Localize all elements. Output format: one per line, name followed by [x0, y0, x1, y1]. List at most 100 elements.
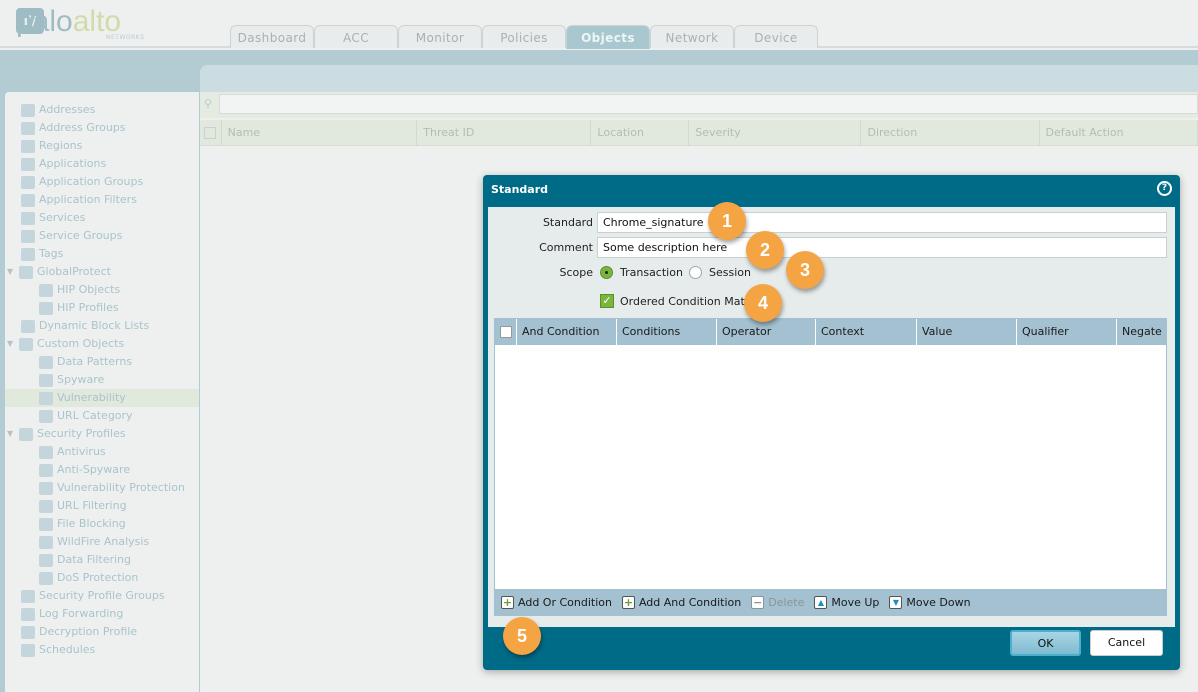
- tab-policies[interactable]: Policies: [482, 25, 566, 48]
- delete-button[interactable]: − Delete: [751, 595, 804, 609]
- sidebar-item-label: Anti-Spyware: [57, 463, 131, 476]
- minus-icon: −: [751, 595, 765, 609]
- sidebar-item-dynamic-block-lists[interactable]: Dynamic Block Lists: [5, 317, 199, 335]
- sidebar-item-label: Log Forwarding: [39, 607, 124, 620]
- add-and-condition-button[interactable]: + Add And Condition: [621, 595, 742, 609]
- tab-dashboard[interactable]: Dashboard: [230, 25, 314, 48]
- sidebar-item-regions[interactable]: Regions: [5, 137, 199, 155]
- expand-triangle-icon[interactable]: ▼: [7, 335, 19, 353]
- sidebar-item-vulnerability-protection[interactable]: Vulnerability Protection: [5, 479, 199, 497]
- main-panel-header: [200, 65, 1198, 92]
- sidebar-item-security-profiles[interactable]: ▼ Security Profiles: [5, 425, 199, 443]
- tab-device[interactable]: Device: [734, 25, 818, 48]
- comment-input[interactable]: Some description here: [597, 237, 1167, 258]
- standard-input[interactable]: Chrome_signature: [597, 212, 1167, 233]
- tab-acc[interactable]: ACC: [314, 25, 398, 48]
- ordered-condition-label: Ordered Condition Match: [620, 295, 758, 308]
- sidebar-item-application-filters[interactable]: Application Filters: [5, 191, 199, 209]
- tab-monitor[interactable]: Monitor: [398, 25, 482, 48]
- tab-objects[interactable]: Objects: [566, 25, 650, 49]
- add-or-condition-button[interactable]: + Add Or Condition: [501, 595, 612, 609]
- sidebar-item-label: URL Category: [57, 409, 133, 422]
- sidebar-item-anti-spyware[interactable]: Anti-Spyware: [5, 461, 199, 479]
- grid-column-header[interactable]: Context: [816, 319, 917, 345]
- sidebar-item-applications[interactable]: Applications: [5, 155, 199, 173]
- item-icon: [21, 211, 35, 225]
- grid-column-header[interactable]: Negate: [1117, 319, 1166, 345]
- item-icon: [21, 193, 35, 207]
- item-icon: [39, 445, 53, 459]
- expand-triangle-icon[interactable]: ▼: [7, 263, 19, 281]
- sidebar-item-vulnerability[interactable]: Vulnerability: [5, 389, 199, 407]
- sidebar-item-label: URL Filtering: [57, 499, 127, 512]
- scope-transaction-radio[interactable]: [600, 266, 613, 279]
- sidebar-item-data-filtering[interactable]: Data Filtering: [5, 551, 199, 569]
- item-icon: [39, 535, 53, 549]
- cancel-button[interactable]: Cancel: [1090, 630, 1163, 656]
- select-all-checkbox[interactable]: [200, 120, 222, 146]
- main-tabs: Dashboard ACC Monitor Policies Objects Networ…: [230, 25, 818, 49]
- column-header[interactable]: Location: [591, 120, 690, 146]
- column-header[interactable]: Direction: [861, 120, 1040, 146]
- grid-column-header[interactable]: Value: [917, 319, 1017, 345]
- item-icon: [21, 607, 35, 621]
- scope-session-radio[interactable]: [689, 266, 702, 279]
- move-down-button[interactable]: ▼ Move Down: [889, 595, 971, 609]
- search-input[interactable]: [219, 94, 1198, 114]
- grid-column-header[interactable]: Conditions: [617, 319, 717, 345]
- sidebar-item-url-filtering[interactable]: URL Filtering: [5, 497, 199, 515]
- grid-column-header[interactable]: Operator: [717, 319, 816, 345]
- sidebar-item-application-groups[interactable]: Application Groups: [5, 173, 199, 191]
- sidebar-item-hip-profiles[interactable]: HIP Profiles: [5, 299, 199, 317]
- sidebar-item-wildfire-analysis[interactable]: WildFire Analysis: [5, 533, 199, 551]
- item-icon: [21, 589, 35, 603]
- dialog-body: Standard Chrome_signature Comment Some d…: [488, 207, 1175, 627]
- sidebar-item-security-profile-groups[interactable]: Security Profile Groups: [5, 587, 199, 605]
- column-header[interactable]: Threat ID: [417, 120, 592, 146]
- table-header: Name Threat ID Location Severity Direction De…: [200, 120, 1198, 146]
- sidebar-item-spyware[interactable]: Spyware: [5, 371, 199, 389]
- sidebar-item-services[interactable]: Services: [5, 209, 199, 227]
- sidebar-item-file-blocking[interactable]: File Blocking: [5, 515, 199, 533]
- help-icon[interactable]: ?: [1157, 181, 1172, 196]
- ordered-condition-checkbox[interactable]: ✓: [600, 294, 614, 308]
- sidebar-item-log-forwarding[interactable]: Log Forwarding: [5, 605, 199, 623]
- sidebar-item-custom-objects[interactable]: ▼ Custom Objects: [5, 335, 199, 353]
- sidebar-item-label: Decryption Profile: [39, 625, 138, 638]
- move-up-button[interactable]: ▲ Move Up: [814, 595, 880, 609]
- select-all-checkbox[interactable]: [495, 319, 517, 345]
- plus-icon: +: [621, 595, 635, 609]
- expand-triangle-icon[interactable]: ▼: [7, 425, 19, 443]
- sidebar-item-antivirus[interactable]: Antivirus: [5, 443, 199, 461]
- sidebar-item-url-category[interactable]: URL Category: [5, 407, 199, 425]
- sidebar-item-decryption-profile[interactable]: Decryption Profile: [5, 623, 199, 641]
- sidebar-item-dos-protection[interactable]: DoS Protection: [5, 569, 199, 587]
- column-header[interactable]: Default Action: [1040, 120, 1198, 146]
- sidebar-item-data-patterns[interactable]: Data Patterns: [5, 353, 199, 371]
- sidebar-item-label: HIP Objects: [57, 283, 121, 296]
- column-header[interactable]: Name: [222, 120, 418, 146]
- grid-column-header[interactable]: Qualifier: [1017, 319, 1117, 345]
- sidebar-item-label: Vulnerability: [57, 391, 126, 404]
- sidebar-item-label: Custom Objects: [37, 337, 125, 350]
- toolbar-label: Add And Condition: [638, 595, 742, 609]
- sidebar-item-tags[interactable]: Tags: [5, 245, 199, 263]
- sidebar-item-addresses[interactable]: Addresses: [5, 101, 199, 119]
- toolbar-label: Move Up: [831, 595, 880, 609]
- toolbar-label: Move Down: [906, 595, 971, 609]
- sidebar-item-label: Application Groups: [39, 175, 144, 188]
- tab-network[interactable]: Network: [650, 25, 734, 48]
- sidebar-item-service-groups[interactable]: Service Groups: [5, 227, 199, 245]
- ok-button[interactable]: OK: [1010, 630, 1081, 656]
- sidebar-item-globalprotect[interactable]: ▼ GlobalProtect: [5, 263, 199, 281]
- item-icon: [19, 337, 33, 351]
- column-header[interactable]: Severity: [689, 120, 862, 146]
- sidebar-item-address-groups[interactable]: Address Groups: [5, 119, 199, 137]
- grid-column-header[interactable]: And Condition: [517, 319, 617, 345]
- sidebar-item-hip-objects[interactable]: HIP Objects: [5, 281, 199, 299]
- sidebar-item-schedules[interactable]: Schedules: [5, 641, 199, 659]
- item-icon: [21, 175, 35, 189]
- sidebar-item-label: Schedules: [39, 643, 96, 656]
- item-icon: [39, 373, 53, 387]
- sidebar-item-label: DoS Protection: [57, 571, 139, 584]
